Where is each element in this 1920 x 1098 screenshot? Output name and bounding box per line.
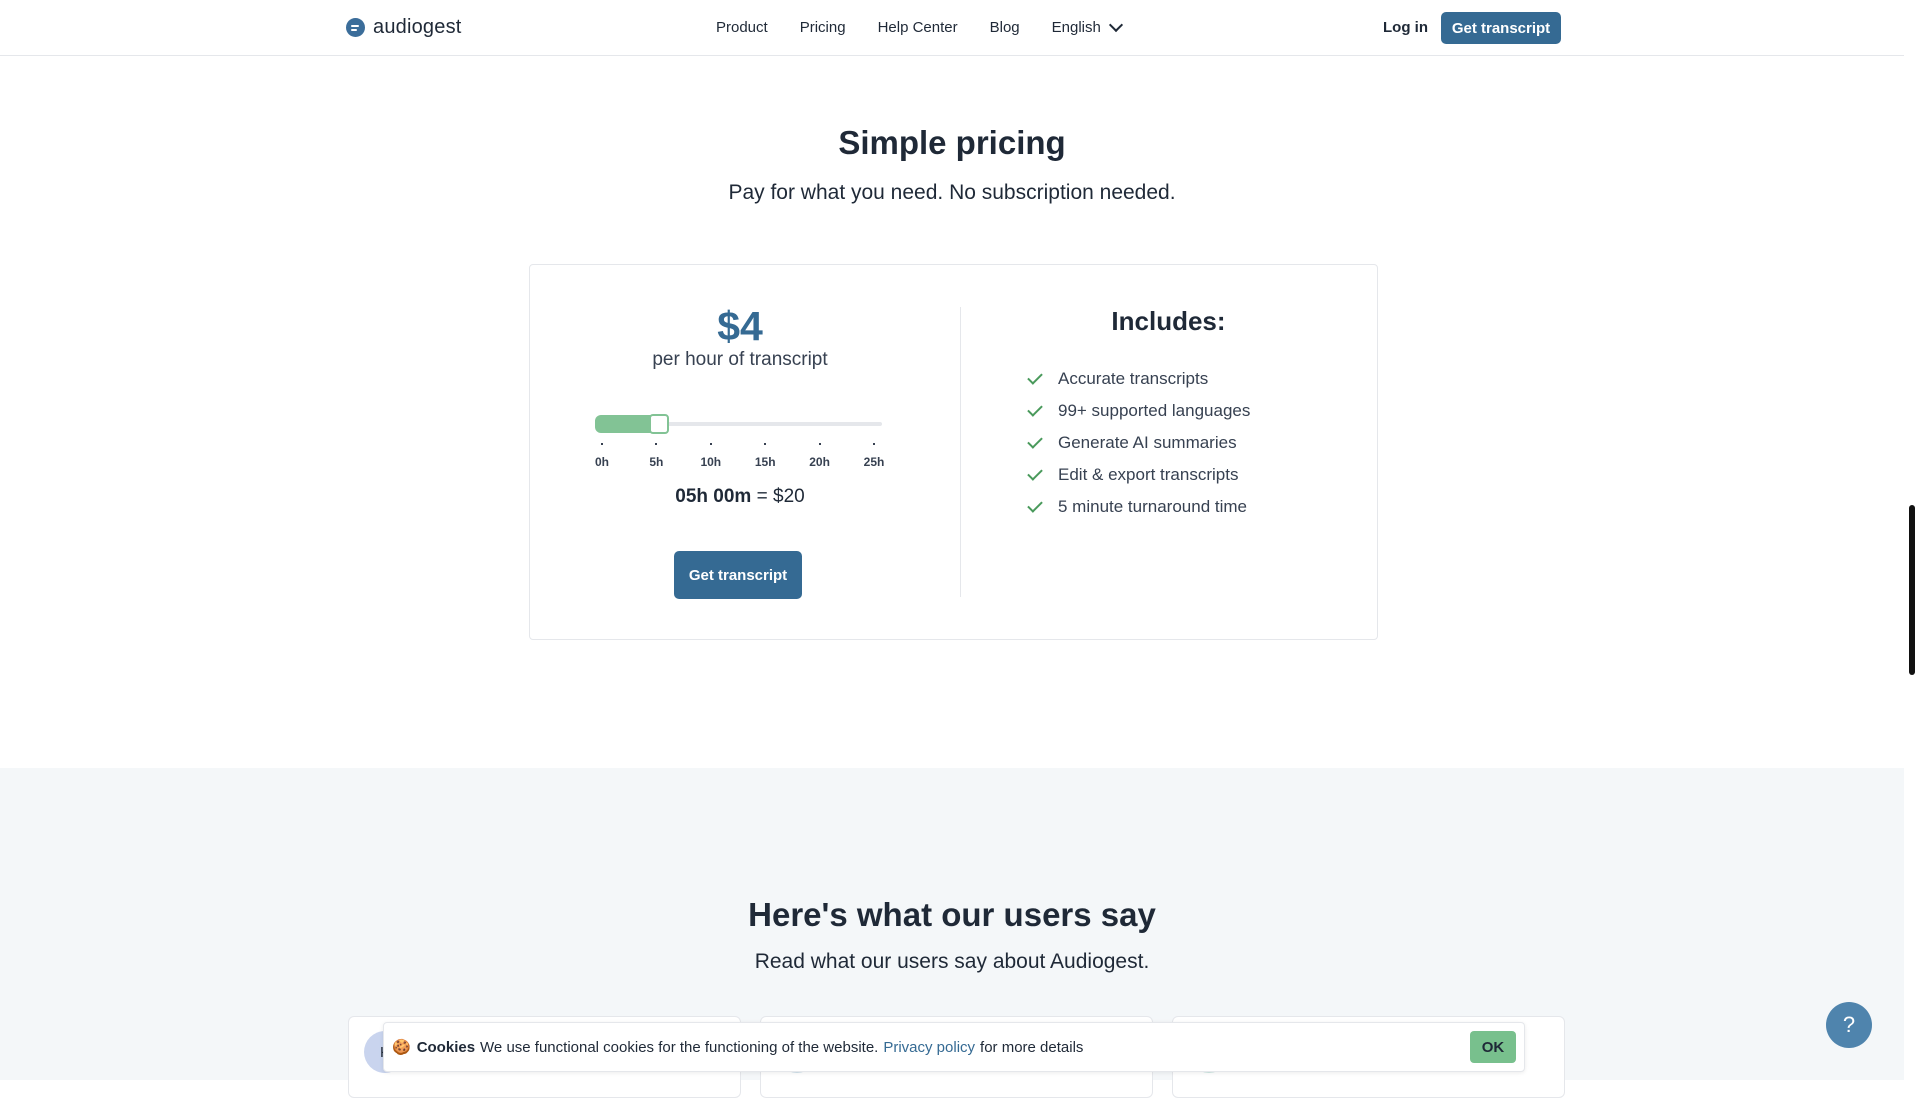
testimonials-subtitle: Read what our users say about Audiogest.	[754, 950, 1150, 973]
testimonials-title: Here's what our users say	[748, 896, 1156, 933]
cookie-ok-button[interactable]: OK	[1470, 1031, 1516, 1063]
summary-equals: =	[756, 486, 768, 507]
feature-item: Generate AI summaries	[1026, 427, 1250, 459]
language-selector[interactable]: English	[1051, 17, 1123, 36]
summary-cost: $20	[773, 486, 805, 507]
price-unit: per hour of transcript	[652, 349, 828, 370]
cookie-icon: 🍪	[392, 1039, 411, 1056]
cookie-banner: 🍪 Cookies We use functional cookies for …	[383, 1022, 1525, 1072]
check-icon	[1027, 369, 1043, 385]
slider-tick	[764, 443, 767, 445]
nav-blog[interactable]: Blog	[990, 19, 1020, 36]
logo-icon	[346, 18, 365, 37]
check-icon	[1027, 401, 1043, 417]
hours-slider-handle[interactable]	[649, 414, 670, 434]
check-icon	[1027, 497, 1043, 513]
slider-tick-label: 5h	[649, 455, 664, 469]
slider-tick	[873, 443, 875, 445]
main-nav: Product Pricing Help Center Blog English	[716, 17, 1123, 36]
slider-tick	[818, 443, 821, 445]
header-get-transcript-button[interactable]: Get transcript	[1441, 12, 1561, 44]
feature-label: Edit & export transcripts	[1058, 465, 1239, 484]
slider-tick-label: 10h	[700, 455, 722, 469]
feature-label: 99+ supported languages	[1058, 401, 1251, 420]
feature-item: Edit & export transcripts	[1026, 459, 1250, 491]
slider-tick-label: 15h	[754, 455, 776, 469]
language-label: English	[1051, 19, 1101, 36]
get-transcript-button[interactable]: Get transcript	[674, 551, 802, 599]
feature-label: Accurate transcripts	[1058, 369, 1209, 388]
nav-pricing[interactable]: Pricing	[800, 19, 846, 36]
slider-tick-label: 20h	[809, 455, 830, 469]
site-header: audiogest Product Pricing Help Center Bl…	[0, 0, 1904, 56]
privacy-policy-link[interactable]: Privacy policy	[883, 1039, 975, 1056]
nav-product[interactable]: Product	[716, 19, 768, 36]
cookie-text: We use functional cookies for the functi…	[480, 1038, 879, 1056]
check-icon	[1027, 465, 1043, 481]
feature-item: Accurate transcripts	[1026, 363, 1250, 395]
logo[interactable]: audiogest	[346, 16, 462, 39]
slider-tick-label: 0h	[594, 455, 610, 469]
feature-label: 5 minute turnaround time	[1058, 497, 1247, 516]
price: $4	[717, 303, 763, 349]
feature-item: 5 minute turnaround time	[1026, 491, 1250, 523]
cookie-title: Cookies	[416, 1038, 476, 1056]
card-divider	[960, 307, 961, 597]
pricing-card: $4 per hour of transcript 0h 5h 10h 15h 20h 2…	[529, 264, 1378, 640]
nav-help-center[interactable]: Help Center	[878, 19, 958, 36]
feature-item: 99+ supported languages	[1026, 395, 1250, 427]
pricing-title: Simple pricing	[838, 124, 1066, 161]
brand-name: audiogest	[373, 16, 462, 38]
chevron-down-icon	[1108, 17, 1123, 33]
slider-tick	[655, 443, 658, 445]
slider-tick	[601, 443, 603, 445]
help-button[interactable]: ?	[1826, 1002, 1872, 1048]
feature-label: Generate AI summaries	[1058, 433, 1237, 452]
summary-time: 05h 00m	[675, 486, 752, 507]
check-icon	[1027, 433, 1043, 449]
scrollbar-thumb[interactable]	[1909, 505, 1915, 675]
pricing-subtitle: Pay for what you need. No subscription n…	[728, 181, 1176, 204]
hours-summary: 05h 00m = $20	[530, 486, 950, 508]
includes-title: Includes:	[1111, 306, 1226, 336]
login-link[interactable]: Log in	[1383, 19, 1428, 36]
feature-list: Accurate transcripts 99+ supported langu…	[1026, 363, 1250, 523]
slider-tick-label: 25h	[863, 455, 885, 469]
cookie-suffix: for more details	[980, 1038, 1084, 1056]
slider-tick	[709, 443, 712, 445]
